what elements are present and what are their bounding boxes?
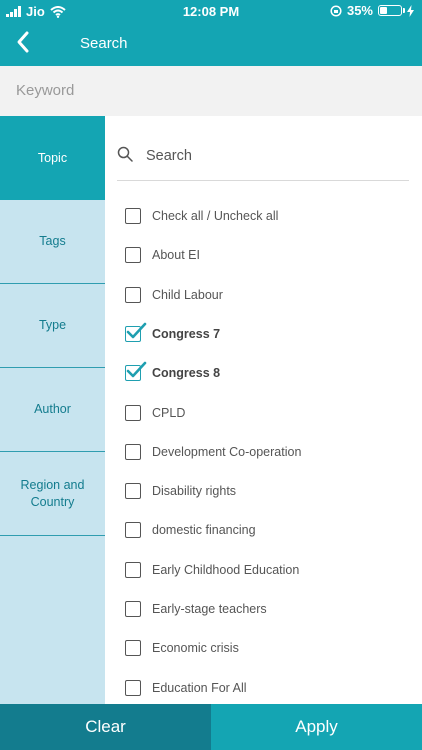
- checkbox[interactable]: [125, 522, 141, 539]
- topic-option[interactable]: domestic financing: [125, 517, 415, 543]
- checkbox[interactable]: [125, 443, 141, 460]
- topic-option[interactable]: CPLD: [125, 400, 415, 426]
- battery-icon: [378, 5, 405, 16]
- topic-option-label: Development Co-operation: [152, 444, 302, 459]
- topic-option-label: About EI: [152, 248, 200, 263]
- topic-list-panel: Search Check all / Uncheck all About EI Ch…: [105, 116, 422, 704]
- filter-sidebar: Topic Tags Type Author Region and Countr…: [0, 116, 105, 704]
- checkbox[interactable]: [125, 247, 141, 264]
- topic-option-label: Disability rights: [152, 484, 237, 499]
- sidebar-item-tags[interactable]: Tags: [0, 200, 105, 284]
- topic-option[interactable]: Development Co-operation: [125, 439, 415, 465]
- checkmark-icon: [126, 322, 147, 339]
- checkbox[interactable]: [125, 601, 141, 617]
- status-bar: Jio 12:08 PM 35%: [0, 0, 422, 24]
- checkbox[interactable]: [125, 640, 141, 657]
- battery-percent: 35%: [346, 3, 373, 18]
- topic-option[interactable]: Education For All: [125, 675, 415, 701]
- checkbox-checked[interactable]: [125, 322, 147, 342]
- sidebar-item-label: Tags: [39, 234, 66, 248]
- sidebar-item-type[interactable]: Type: [0, 284, 105, 368]
- checkbox[interactable]: [125, 483, 141, 500]
- search-icon: [117, 146, 133, 162]
- topic-option[interactable]: Disability rights: [125, 478, 415, 504]
- topic-option[interactable]: Child Labour: [125, 282, 415, 308]
- topic-option[interactable]: Early Childhood Education: [125, 557, 415, 583]
- clear-button[interactable]: Clear: [0, 704, 211, 750]
- search-placeholder: Search: [146, 148, 192, 164]
- apply-button[interactable]: Apply: [211, 704, 422, 750]
- status-right: 35%: [330, 3, 414, 18]
- top-bar: Jio 12:08 PM 35% Search: [0, 0, 422, 66]
- checkbox[interactable]: [125, 208, 141, 224]
- rotation-lock-icon: [330, 4, 342, 17]
- topic-option-label: Early Childhood Education: [152, 562, 300, 577]
- topic-option[interactable]: Early-stage teachers: [125, 596, 415, 622]
- topic-option-label: domestic financing: [152, 523, 256, 538]
- topic-option[interactable]: Check all / Uncheck all: [125, 203, 415, 229]
- sidebar-item-label: Author: [34, 402, 71, 416]
- topic-option-label: Check all / Uncheck all: [152, 209, 279, 223]
- sidebar-item-label: Topic: [37, 150, 68, 165]
- back-arrow-icon[interactable]: [12, 28, 36, 56]
- checkbox[interactable]: [125, 404, 141, 421]
- topic-option-label: Child Labour: [152, 287, 223, 302]
- topic-option[interactable]: Congress 7: [125, 321, 415, 347]
- sidebar-item-label: Region and Country: [20, 477, 85, 509]
- sidebar-item-region-country[interactable]: Region and Country: [0, 452, 105, 536]
- keyword-placeholder: Keyword: [16, 82, 75, 99]
- checkbox[interactable]: [125, 286, 141, 303]
- topic-option-label: Economic crisis: [152, 641, 239, 656]
- topic-option[interactable]: Economic crisis: [125, 635, 415, 661]
- topic-option-label: Early-stage teachers: [152, 602, 267, 616]
- topic-option[interactable]: About EI: [125, 242, 415, 268]
- checkbox[interactable]: [125, 561, 141, 578]
- charging-bolt-icon: [407, 4, 414, 17]
- topic-option-label: Congress 7: [152, 326, 221, 341]
- topic-search-input[interactable]: Search: [117, 134, 409, 181]
- topic-option-label: Congress 8: [152, 366, 221, 381]
- sidebar-item-author[interactable]: Author: [0, 368, 105, 452]
- checkbox[interactable]: [125, 679, 141, 696]
- sidebar-item-label: Type: [38, 318, 67, 332]
- topic-option-label: CPLD: [152, 405, 186, 420]
- keyword-input[interactable]: Keyword: [0, 66, 422, 116]
- page-title: Search: [80, 35, 128, 52]
- sidebar-item-topic[interactable]: Topic: [0, 116, 105, 200]
- checkbox-checked[interactable]: [125, 361, 147, 382]
- battery-fill: [380, 7, 387, 14]
- topic-option[interactable]: Congress 8: [125, 360, 415, 386]
- topic-option-label: Education For All: [152, 680, 247, 695]
- checkmark-icon: [126, 361, 147, 378]
